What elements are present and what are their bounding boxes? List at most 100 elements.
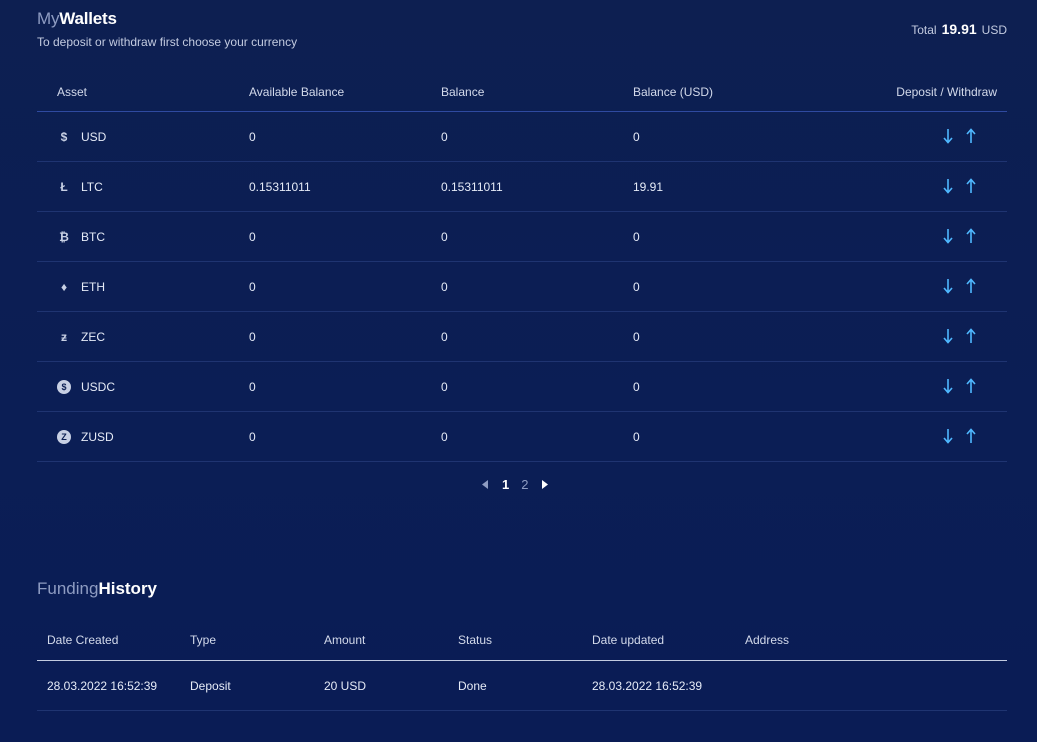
withdraw-arrow-up-icon[interactable] — [964, 427, 977, 445]
available-balance: 0 — [249, 229, 256, 244]
balance: 0 — [441, 379, 448, 394]
wallets-table-body: $ USD 0 0 0 Ł LTC 0.15311011 0.15311011 19.91 ₿ BTC… — [37, 112, 1007, 462]
ethereum-icon: ♦ — [60, 279, 68, 294]
wallets-table-header: Asset Available Balance Balance Balance … — [37, 72, 1007, 112]
deposit-arrow-down-icon[interactable] — [941, 127, 954, 145]
wallet-row-ltc: Ł LTC 0.15311011 0.15311011 19.91 — [37, 162, 1007, 212]
asset-name: ZUSD — [81, 429, 114, 444]
deposit-withdraw-actions — [941, 427, 997, 445]
deposit-withdraw-actions — [941, 227, 997, 245]
asset-cell: ♦ ETH — [37, 280, 249, 294]
col-balance: Balance — [441, 84, 485, 99]
funding-table-body: 28.03.2022 16:52:39 Deposit 20 USD Done 28.0… — [37, 661, 1007, 711]
deposit-arrow-down-icon[interactable] — [941, 327, 954, 345]
funding-table-header: Date Created Type Amount Status Date upd… — [37, 620, 1007, 661]
funding-title-main: History — [98, 579, 158, 598]
deposit-withdraw-cell — [825, 327, 1007, 347]
available-balance: 0 — [249, 379, 256, 394]
funding-title-prefix: Funding — [37, 579, 99, 598]
balance: 0 — [441, 279, 448, 294]
dollar-icon: $ — [60, 129, 68, 144]
withdraw-arrow-up-icon[interactable] — [964, 127, 977, 145]
col-date-updated: Date updated — [592, 633, 665, 647]
title-prefix: My — [37, 9, 60, 28]
deposit-withdraw-actions — [941, 277, 997, 295]
usdc-icon: $ — [57, 379, 71, 394]
wallet-row-eth: ♦ ETH 0 0 0 — [37, 262, 1007, 312]
funding-row: 28.03.2022 16:52:39 Deposit 20 USD Done 28.0… — [37, 661, 1007, 711]
total-label: Total — [911, 23, 937, 37]
deposit-arrow-down-icon[interactable] — [941, 227, 954, 245]
wallet-row-zusd: Z ZUSD 0 0 0 — [37, 412, 1007, 462]
litecoin-icon: Ł — [60, 179, 68, 194]
date-updated: 28.03.2022 16:52:39 — [592, 678, 703, 693]
available-balance: 0.15311011 — [249, 179, 311, 194]
page-1-link[interactable]: 1 — [502, 477, 509, 492]
col-available-balance: Available Balance — [249, 84, 345, 99]
wallets-table: Asset Available Balance Balance Balance … — [37, 72, 1007, 462]
withdraw-arrow-up-icon[interactable] — [964, 327, 977, 345]
balance-usd: 19.91 — [633, 179, 664, 194]
deposit-arrow-down-icon[interactable] — [941, 377, 954, 395]
total-currency: USD — [981, 23, 1007, 37]
deposit-withdraw-actions — [941, 377, 997, 395]
zcash-icon: ƶ — [61, 329, 67, 344]
deposit-withdraw-cell — [825, 127, 1007, 147]
deposit-withdraw-actions — [941, 327, 997, 345]
wallets-subtitle: To deposit or withdraw first choose your… — [37, 35, 298, 49]
asset-name: ETH — [81, 279, 105, 294]
deposit-withdraw-cell — [825, 177, 1007, 197]
withdraw-arrow-up-icon[interactable] — [964, 277, 977, 295]
asset-cell: Z ZUSD — [37, 429, 249, 444]
date-created: 28.03.2022 16:52:39 — [47, 678, 158, 693]
funding-type: Deposit — [190, 678, 231, 693]
col-deposit-withdraw: Deposit / Withdraw — [896, 84, 997, 99]
zusd-icon: Z — [57, 429, 71, 444]
available-balance: 0 — [249, 279, 256, 294]
balance-usd: 0 — [633, 229, 640, 244]
wallet-row-usdc: $ USDC 0 0 0 — [37, 362, 1007, 412]
funding-history-table: Date Created Type Amount Status Date upd… — [37, 620, 1007, 711]
total-balance: Total 19.91 USD — [911, 21, 1007, 37]
asset-cell: Ł LTC — [37, 180, 249, 194]
pagination: 1 2 — [480, 477, 550, 492]
page-2-link[interactable]: 2 — [521, 477, 528, 492]
withdraw-arrow-up-icon[interactable] — [964, 177, 977, 195]
available-balance: 0 — [249, 129, 256, 144]
deposit-withdraw-cell — [825, 277, 1007, 297]
available-balance: 0 — [249, 429, 256, 444]
wallet-row-zec: ƶ ZEC 0 0 0 — [37, 312, 1007, 362]
balance: 0 — [441, 429, 448, 444]
asset-cell: $ USD — [37, 130, 249, 144]
withdraw-arrow-up-icon[interactable] — [964, 377, 977, 395]
balance-usd: 0 — [633, 279, 640, 294]
col-date-created: Date Created — [47, 633, 119, 647]
prev-page-icon[interactable] — [480, 478, 490, 492]
asset-name: USDC — [81, 379, 116, 394]
asset-name: ZEC — [81, 329, 105, 344]
col-asset: Asset — [57, 84, 88, 99]
bitcoin-icon: ₿ — [59, 229, 69, 244]
deposit-arrow-down-icon[interactable] — [941, 177, 954, 195]
balance: 0 — [441, 329, 448, 344]
asset-cell: $ USDC — [37, 379, 249, 394]
deposit-arrow-down-icon[interactable] — [941, 277, 954, 295]
deposit-arrow-down-icon[interactable] — [941, 427, 954, 445]
total-amount: 19.91 — [941, 21, 977, 37]
balance: 0 — [441, 129, 448, 144]
wallets-title: MyWallets — [37, 9, 117, 29]
asset-name: USD — [81, 129, 107, 144]
balance-usd: 0 — [633, 379, 640, 394]
withdraw-arrow-up-icon[interactable] — [964, 227, 977, 245]
asset-cell: ƶ ZEC — [37, 330, 249, 344]
deposit-withdraw-cell — [825, 377, 1007, 397]
next-page-icon[interactable] — [540, 478, 550, 492]
balance-usd: 0 — [633, 429, 640, 444]
deposit-withdraw-actions — [941, 177, 997, 195]
wallet-row-usd: $ USD 0 0 0 — [37, 112, 1007, 162]
balance: 0 — [441, 229, 448, 244]
funding-status: Done — [458, 678, 487, 693]
col-balance-usd: Balance (USD) — [633, 84, 714, 99]
balance-usd: 0 — [633, 329, 640, 344]
col-status: Status — [458, 633, 493, 647]
